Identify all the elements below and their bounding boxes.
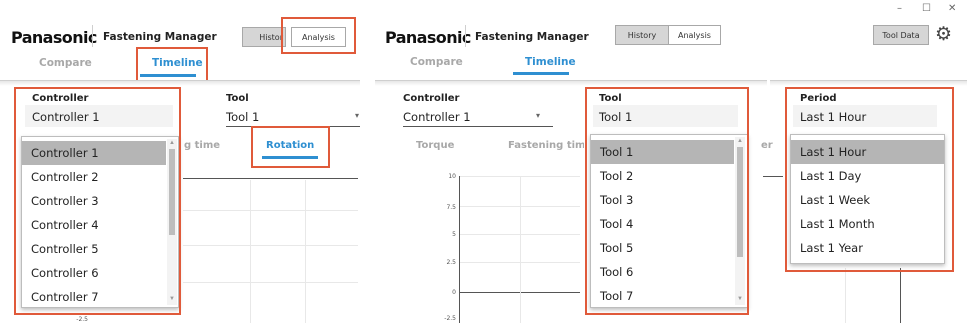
header-shadow — [770, 81, 967, 86]
panasonic-logo: Panasonic — [11, 28, 97, 47]
header-divider — [92, 25, 93, 47]
controller-label: Controller — [403, 93, 460, 104]
chart-gridline — [520, 176, 521, 323]
chart-gridline — [183, 210, 358, 211]
subtab-partial[interactable]: er — [761, 140, 773, 151]
app-title: Fastening Manager — [475, 31, 589, 43]
tool-select[interactable]: Tool 1 — [226, 110, 259, 124]
tab-compare[interactable]: Compare — [410, 56, 463, 68]
chart-gridline — [845, 268, 846, 323]
panasonic-logo: Panasonic — [385, 28, 471, 47]
chevron-down-icon: ▾ — [536, 111, 541, 120]
y-tick-label: 0 — [452, 289, 456, 296]
maximize-icon[interactable]: ☐ — [922, 3, 931, 14]
controller-select[interactable]: Controller 1 — [403, 110, 471, 124]
highlight-timeline — [136, 47, 208, 84]
tool-label: Tool — [226, 93, 249, 104]
y-axis — [459, 176, 460, 323]
chart-gridline — [250, 180, 251, 323]
highlight-analysis — [281, 17, 356, 54]
highlight-controller — [14, 87, 181, 315]
tab-compare[interactable]: Compare — [39, 57, 92, 69]
y-tick-label: 10 — [448, 173, 456, 180]
chart-gridline — [305, 180, 306, 323]
header-shadow — [0, 81, 360, 86]
controller-select-underline — [403, 126, 553, 127]
y-tick-label: 7.5 — [446, 204, 456, 211]
gear-icon[interactable]: ⚙ — [935, 25, 952, 44]
minimize-icon[interactable]: – — [897, 3, 902, 14]
analysis-button[interactable]: Analysis — [668, 25, 721, 45]
header-divider — [465, 25, 466, 47]
chart-top-line — [763, 176, 783, 177]
history-button[interactable]: Histor — [242, 27, 286, 47]
y-tick-label: -2.5 — [444, 315, 456, 322]
highlight-tool — [585, 87, 749, 315]
chevron-down-icon: ▾ — [355, 111, 360, 120]
header-shadow — [375, 81, 767, 86]
close-icon[interactable]: ✕ — [948, 3, 956, 14]
tool-data-button[interactable]: Tool Data — [873, 25, 929, 45]
highlight-period — [785, 87, 954, 272]
chart-top-line — [183, 178, 358, 179]
tab-timeline[interactable]: Timeline — [525, 56, 576, 68]
highlight-rotation — [251, 126, 330, 168]
y-tick-label: 5 — [452, 231, 456, 238]
app-title: Fastening Manager — [103, 31, 217, 43]
subtab-fastening-time[interactable]: Fastening time — [508, 140, 584, 151]
chart-axis — [900, 268, 901, 323]
chart-gridline — [183, 245, 358, 246]
y-tick-label: -2.5 — [76, 316, 88, 323]
subtab-torque[interactable]: Torque — [416, 140, 454, 151]
tab-timeline-underline — [513, 72, 569, 75]
subtab-fastening-time[interactable]: g time — [184, 140, 220, 151]
history-button[interactable]: History — [615, 25, 669, 45]
y-tick-label: 2.5 — [446, 259, 456, 266]
chart-gridline — [183, 282, 358, 283]
